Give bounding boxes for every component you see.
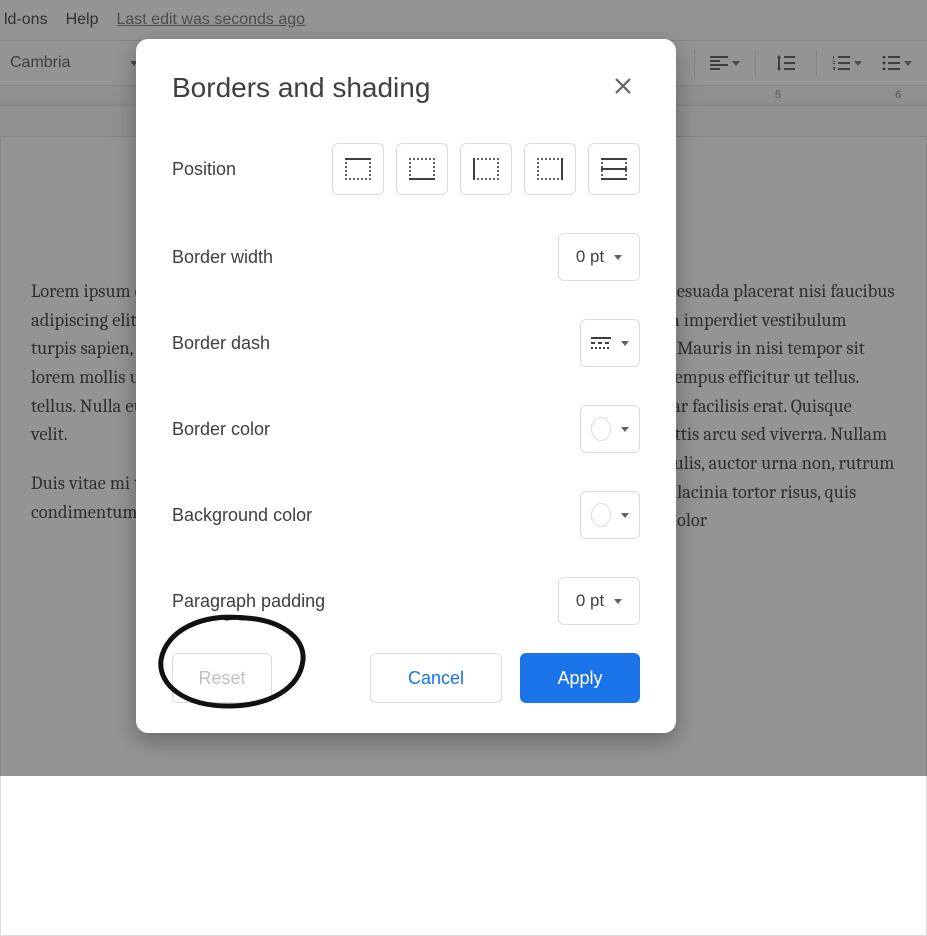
position-button-group: [332, 143, 640, 195]
row-background-color: Background color: [172, 491, 640, 539]
row-paragraph-padding: Paragraph padding 0 pt: [172, 577, 640, 625]
position-right-button[interactable]: [524, 143, 576, 195]
chevron-down-icon: [621, 427, 629, 432]
dialog-title: Borders and shading: [172, 72, 430, 104]
label-border-color: Border color: [172, 419, 270, 440]
label-background-color: Background color: [172, 505, 312, 526]
row-border-dash: Border dash: [172, 319, 640, 367]
paragraph-padding-value: 0 pt: [576, 591, 604, 611]
border-between-icon: [601, 158, 627, 180]
row-position: Position: [172, 143, 640, 195]
reset-button[interactable]: Reset: [172, 653, 272, 703]
chevron-down-icon: [621, 341, 629, 346]
chevron-down-icon: [614, 255, 622, 260]
position-between-button[interactable]: [588, 143, 640, 195]
close-icon: [614, 77, 632, 95]
border-top-icon: [345, 158, 371, 180]
border-width-value: 0 pt: [576, 247, 604, 267]
border-width-dropdown[interactable]: 0 pt: [558, 233, 640, 281]
label-position: Position: [172, 159, 236, 180]
border-right-icon: [537, 158, 563, 180]
position-bottom-button[interactable]: [396, 143, 448, 195]
position-left-button[interactable]: [460, 143, 512, 195]
dialog-header: Borders and shading: [172, 71, 640, 105]
chevron-down-icon: [614, 599, 622, 604]
background-color-dropdown[interactable]: [580, 491, 640, 539]
border-left-icon: [473, 158, 499, 180]
color-swatch-icon: [591, 503, 611, 527]
row-border-width: Border width 0 pt: [172, 233, 640, 281]
close-button[interactable]: [606, 71, 640, 105]
border-bottom-icon: [409, 158, 435, 180]
row-border-color: Border color: [172, 405, 640, 453]
border-color-dropdown[interactable]: [580, 405, 640, 453]
color-swatch-icon: [591, 417, 611, 441]
borders-shading-dialog: Borders and shading Position Border widt…: [136, 39, 676, 733]
cancel-button[interactable]: Cancel: [370, 653, 502, 703]
label-border-width: Border width: [172, 247, 273, 268]
dash-style-icon: [591, 337, 611, 349]
apply-button[interactable]: Apply: [520, 653, 640, 703]
chevron-down-icon: [621, 513, 629, 518]
label-border-dash: Border dash: [172, 333, 270, 354]
position-top-button[interactable]: [332, 143, 384, 195]
label-paragraph-padding: Paragraph padding: [172, 591, 325, 612]
border-dash-dropdown[interactable]: [580, 319, 640, 367]
paragraph-padding-dropdown[interactable]: 0 pt: [558, 577, 640, 625]
dialog-footer: Reset Cancel Apply: [172, 653, 640, 703]
